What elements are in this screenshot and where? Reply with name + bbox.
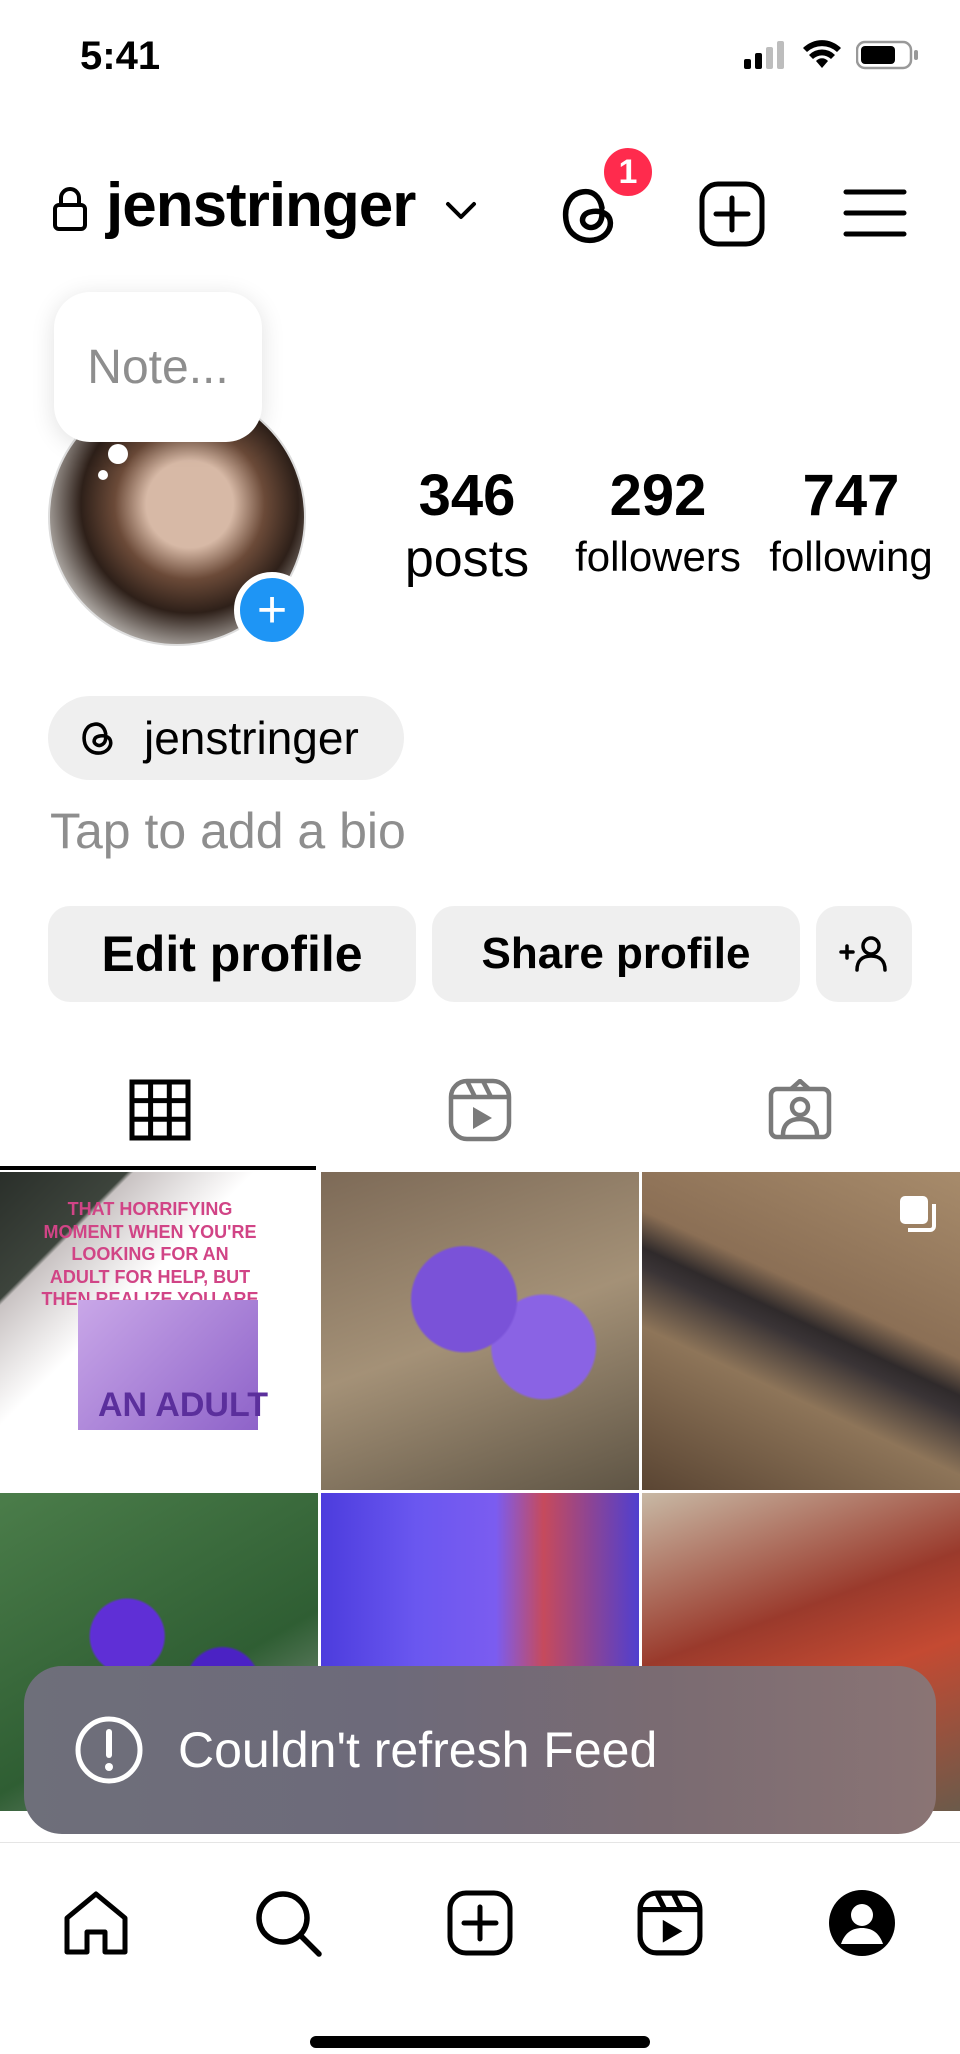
discover-people-button[interactable] (816, 906, 912, 1002)
nav-search[interactable] (248, 1883, 328, 1963)
posts-stat[interactable]: 346 posts (396, 462, 538, 589)
nav-profile[interactable] (822, 1883, 902, 1963)
tagged-person-icon (768, 1079, 832, 1140)
bio-placeholder[interactable]: Tap to add a bio (50, 802, 406, 860)
profile-tabs (0, 1050, 960, 1170)
tab-posts-grid[interactable] (0, 1050, 320, 1170)
following-count: 747 (802, 463, 900, 528)
mug-text: THAT HORRIFYING MOMENT WHEN YOU'RE LOOKI… (41, 1199, 259, 1309)
grid-post[interactable] (642, 1172, 960, 1490)
nav-reels[interactable] (630, 1883, 710, 1963)
tab-reels[interactable] (320, 1050, 640, 1170)
active-tab-indicator (0, 1166, 316, 1170)
reels-icon (637, 1890, 703, 1956)
multiple-photos-icon (900, 1196, 936, 1232)
nav-home[interactable] (56, 1883, 136, 1963)
alert-circle-icon (75, 1716, 143, 1784)
toast-message: Couldn't refresh Feed (178, 1722, 658, 1778)
status-bar: 5:41 (0, 0, 960, 110)
wifi-icon (803, 40, 841, 68)
grid-post[interactable]: THAT HORRIFYING MOMENT WHEN YOU'RE LOOKI… (0, 1172, 318, 1490)
home-icon (64, 1891, 128, 1955)
note-bubble-tail (108, 444, 128, 464)
username-switcher[interactable]: jenstringer (106, 170, 416, 241)
status-icons (744, 40, 920, 70)
reels-icon (448, 1078, 512, 1142)
profile-header: jenstringer 1 (0, 140, 960, 275)
create-icon (447, 1890, 513, 1956)
nav-create[interactable] (440, 1883, 520, 1963)
edit-profile-button[interactable]: Edit profile (48, 906, 416, 1002)
followers-count: 292 (609, 463, 707, 528)
posts-label: posts (404, 530, 530, 588)
threads-handle: jenstringer (144, 712, 359, 764)
followers-stat[interactable]: 292 followers (572, 462, 744, 581)
chevron-down-icon[interactable] (444, 195, 478, 225)
posts-count: 346 (418, 463, 516, 528)
share-profile-button[interactable]: Share profile (432, 906, 800, 1002)
following-label: following (769, 533, 933, 580)
threads-notification-badge: 1 (600, 144, 656, 200)
grid-icon (129, 1079, 191, 1141)
battery-icon (856, 40, 918, 70)
search-icon (256, 1891, 322, 1957)
note-placeholder: Note... (87, 340, 229, 394)
followers-label: followers (575, 533, 741, 580)
menu-icon[interactable] (842, 180, 908, 246)
bottom-navigation (0, 1842, 960, 2054)
error-toast: Couldn't refresh Feed (24, 1666, 936, 1834)
threads-small-icon (82, 722, 113, 755)
home-indicator (310, 2036, 650, 2048)
status-time: 5:41 (80, 34, 161, 78)
profile-icon (829, 1890, 895, 1956)
following-stat[interactable]: 747 following (766, 462, 936, 581)
tab-tagged[interactable] (640, 1050, 960, 1170)
create-plus-icon[interactable] (696, 178, 768, 250)
add-story-button[interactable]: + (234, 572, 310, 648)
mug-caption: AN ADULT (98, 1386, 268, 1424)
add-person-icon (839, 936, 887, 972)
threads-profile-chip[interactable]: jenstringer (48, 696, 404, 780)
note-bubble[interactable]: Note... (54, 292, 262, 442)
note-bubble-tail-small (98, 470, 108, 480)
grid-post[interactable] (321, 1172, 639, 1490)
lock-icon (53, 187, 87, 231)
cellular-signal-icon (744, 41, 784, 69)
